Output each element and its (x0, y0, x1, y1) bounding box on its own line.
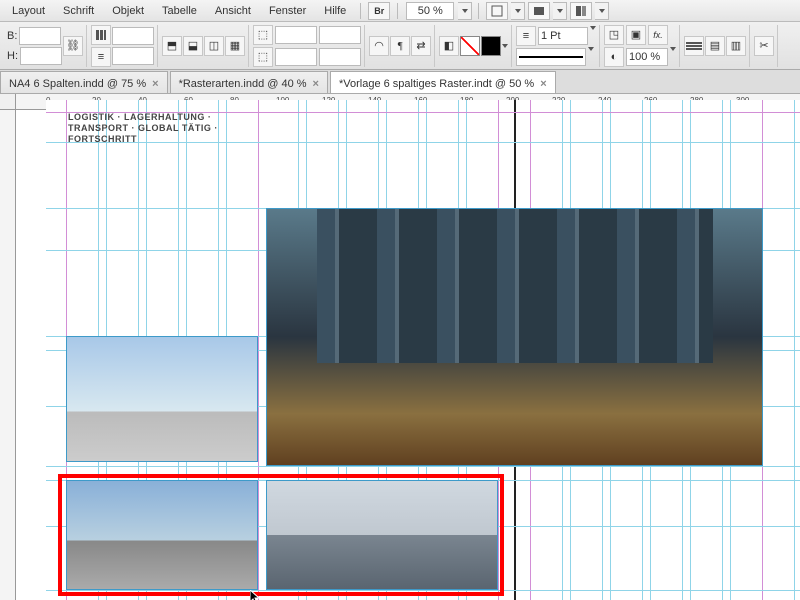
tab-doc-3[interactable]: *Vorlage 6 spaltiges Raster.indt @ 50 % × (330, 71, 556, 93)
menu-hilfe[interactable]: Hilfe (316, 3, 354, 19)
truck-placeholder (67, 481, 257, 589)
wrap-shape-icon[interactable]: ▥ (726, 36, 746, 56)
tab-label: NA4 6 Spalten.indd @ 75 % (9, 78, 146, 90)
city-placeholder (267, 209, 762, 465)
tab-doc-2[interactable]: *Rasterarten.indd @ 40 % × (170, 71, 328, 93)
width-label: B: (7, 30, 17, 42)
align-center-icon[interactable]: ⬓ (183, 36, 203, 56)
zoom-field[interactable]: 50 % (406, 2, 454, 20)
align-top-icon[interactable]: ⬒ (162, 36, 182, 56)
view-options-icon[interactable] (486, 2, 508, 20)
threads-icon[interactable]: ⇄ (411, 36, 431, 56)
image-truck[interactable] (66, 480, 258, 590)
col-field-1[interactable] (112, 27, 154, 45)
link-icon[interactable]: ⛓ (63, 36, 83, 56)
stroke-swatch[interactable] (481, 36, 501, 56)
page-spread: LOGISTIK · LAGERHALTUNG · TRANSPORT · GL… (46, 100, 800, 600)
image-airplane[interactable] (66, 336, 258, 462)
opacity-field[interactable]: 100 % (626, 48, 668, 66)
align-justify-icon[interactable]: ▦ (225, 36, 245, 56)
zoom-dropdown[interactable] (458, 2, 472, 20)
para-icon[interactable]: ¶ (390, 36, 410, 56)
swatch-dropdown[interactable] (502, 44, 508, 48)
baseline-icon[interactable]: ≡ (91, 47, 111, 67)
inset-3[interactable] (275, 48, 317, 66)
view-dropdown[interactable] (511, 2, 525, 20)
menu-layout[interactable]: Layout (4, 3, 53, 19)
width-field[interactable] (19, 27, 61, 45)
wrap-none-icon[interactable] (684, 36, 704, 56)
height-label: H: (7, 50, 18, 62)
blend-icon[interactable]: ◧ (439, 36, 459, 56)
document-tabs: NA4 6 Spalten.indd @ 75 % × *Rasterarten.… (0, 70, 800, 94)
tab-doc-1[interactable]: NA4 6 Spalten.indd @ 75 % × (0, 71, 168, 93)
screen-dropdown[interactable] (553, 2, 567, 20)
canvas-area: 0 20 40 60 80 100 120 140 160 180 200 22… (0, 94, 800, 600)
strokestyle-dd[interactable] (588, 51, 594, 63)
arrange-dropdown[interactable] (595, 2, 609, 20)
ruler-vertical[interactable] (0, 110, 16, 600)
col-field-2[interactable] (112, 47, 154, 65)
close-icon[interactable]: × (152, 78, 158, 90)
wrap-icon[interactable]: ▣ (626, 25, 646, 45)
airplane-placeholder (67, 337, 257, 461)
stroke-style[interactable] (516, 48, 586, 66)
close-icon[interactable]: × (313, 78, 319, 90)
bezier-icon[interactable]: ◠ (369, 36, 389, 56)
wrap-box-icon[interactable]: ▤ (705, 36, 725, 56)
fill-swatch[interactable] (460, 36, 480, 56)
opacity-icon[interactable]: ◐ (604, 47, 624, 67)
inset-icon[interactable]: ⬚ (253, 25, 273, 45)
ruler-origin[interactable] (0, 94, 16, 110)
ship-placeholder (267, 481, 497, 589)
document-canvas[interactable]: LOGISTIK · LAGERHALTUNG · TRANSPORT · GL… (16, 110, 800, 600)
crop-icon[interactable]: ✂ (754, 36, 774, 56)
inset2-icon[interactable]: ⬚ (253, 47, 273, 67)
bridge-icon[interactable]: Br (368, 2, 390, 20)
tab-label: *Rasterarten.indd @ 40 % (179, 78, 307, 90)
menu-fenster[interactable]: Fenster (261, 3, 314, 19)
menu-tabelle[interactable]: Tabelle (154, 3, 205, 19)
inset-4[interactable] (319, 48, 361, 66)
control-panel: B: H: ⛓ ≡ ⬒ ⬓ ◫ ▦ ⬚ ⬚ ◠ ¶ ⇄ ◧ ≡1 Pt (0, 22, 800, 70)
opacity-dd[interactable] (670, 51, 676, 63)
menu-bar: Layout Schrift Objekt Tabelle Ansicht Fe… (0, 0, 800, 22)
height-field[interactable] (20, 47, 62, 65)
menu-ansicht[interactable]: Ansicht (207, 3, 259, 19)
image-ship[interactable] (266, 480, 498, 590)
close-icon[interactable]: × (540, 78, 546, 90)
menu-schrift[interactable]: Schrift (55, 3, 102, 19)
inset-2[interactable] (319, 26, 361, 44)
headline-text[interactable]: LOGISTIK · LAGERHALTUNG · TRANSPORT · GL… (68, 112, 258, 145)
arrange-icon[interactable] (570, 2, 592, 20)
fx-icon[interactable]: fx. (648, 25, 668, 45)
align-bottom-icon[interactable]: ◫ (204, 36, 224, 56)
inset-1[interactable] (275, 26, 317, 44)
corner-icon[interactable]: ◳ (604, 25, 624, 45)
stroke-weight[interactable]: 1 Pt (538, 27, 588, 45)
menu-objekt[interactable]: Objekt (104, 3, 152, 19)
stroke-dd[interactable] (590, 30, 596, 42)
tab-label: *Vorlage 6 spaltiges Raster.indt @ 50 % (339, 78, 534, 90)
screen-mode-icon[interactable] (528, 2, 550, 20)
image-city[interactable] (266, 208, 763, 466)
stroke-weight-icon[interactable]: ≡ (516, 26, 536, 46)
columns-icon[interactable] (91, 25, 111, 45)
